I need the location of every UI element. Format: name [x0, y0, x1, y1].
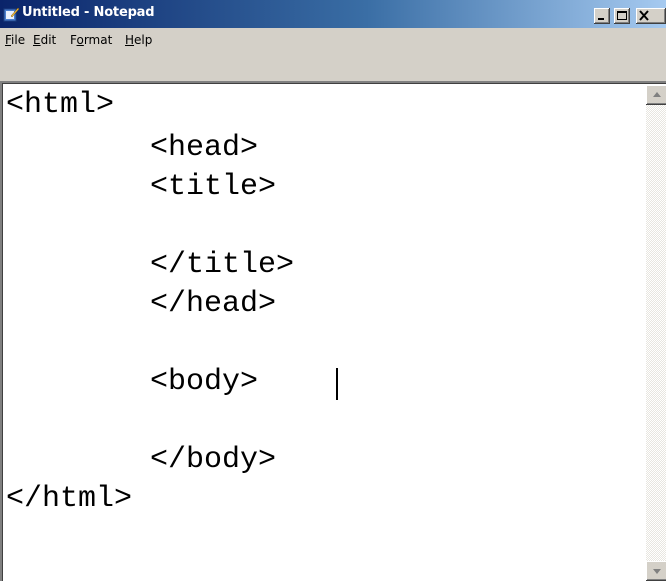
editor-line: <body> [6, 365, 259, 399]
editor-line: </html> [6, 482, 133, 516]
editor-line: </head> [6, 287, 277, 321]
menu-bar: File Edit Format Help [0, 30, 666, 50]
scroll-up-button[interactable] [646, 85, 666, 105]
text-caret [336, 368, 338, 400]
window-title: Untitled - Notepad [22, 5, 155, 20]
menu-file[interactable]: File [5, 33, 25, 47]
editor-line: <title> [6, 170, 277, 204]
close-button[interactable] [636, 8, 666, 24]
arrow-up-icon [653, 92, 661, 97]
maximize-icon [617, 11, 627, 20]
menu-format[interactable]: Format [70, 33, 112, 47]
notepad-window: Untitled - Notepad File Edit Format Help… [0, 0, 666, 581]
menu-help[interactable]: Help [125, 33, 152, 47]
notepad-icon [3, 7, 19, 22]
menu-edit[interactable]: Edit [33, 33, 56, 47]
text-editor[interactable]: <html> <head> <title> </title> </head> <… [4, 85, 644, 581]
arrow-down-icon [653, 569, 661, 574]
scroll-down-button[interactable] [646, 561, 666, 581]
close-icon [639, 10, 649, 21]
editor-line: <html> [6, 88, 115, 122]
title-bar[interactable]: Untitled - Notepad [0, 0, 666, 28]
editor-frame: <html> <head> <title> </title> </head> <… [0, 81, 666, 581]
editor-line: </title> [6, 248, 295, 282]
editor-line: <head> [6, 131, 259, 165]
maximize-button[interactable] [614, 8, 630, 24]
editor-line: </body> [6, 443, 277, 477]
minimize-icon [598, 18, 604, 20]
minimize-button[interactable] [594, 8, 610, 24]
vertical-scrollbar[interactable] [646, 85, 666, 581]
